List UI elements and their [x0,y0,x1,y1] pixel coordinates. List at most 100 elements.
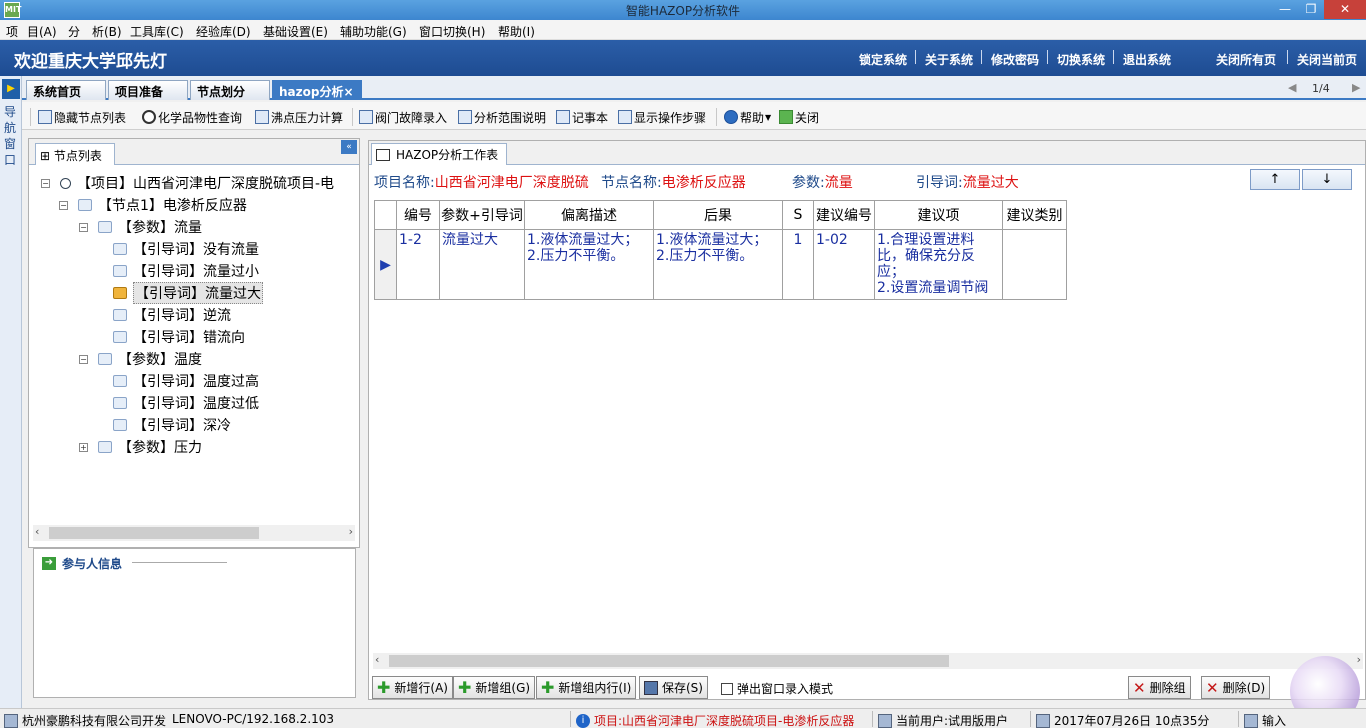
add-row-button[interactable]: ✚ 新增行(A) [372,676,453,699]
lock-system-link[interactable]: 锁定系统 [859,51,907,68]
help-button[interactable]: 帮助 ▼ [724,108,771,126]
magnifier-icon [142,110,156,124]
close-current-page-link[interactable]: 关闭当前页 [1297,51,1357,68]
minimize-icon[interactable]: — [1272,0,1298,19]
close-button[interactable]: 关闭 [779,108,819,126]
tree-node[interactable]: − 【参数】温度 [79,349,202,369]
tree-node[interactable]: 【引导词】深冷 [113,415,231,435]
grid-select-all[interactable] [374,200,397,230]
show-steps-button[interactable]: 显示操作步骤 [618,108,706,126]
tree-node[interactable]: 【引导词】流量过大 [113,282,263,304]
table-cell[interactable] [1002,229,1067,300]
tree-node[interactable]: + 【参数】压力 [79,437,202,457]
nav-window-label[interactable]: 导航窗口 [4,104,18,168]
table-cell[interactable]: 1.合理设置进料比，确保充分反应； 2.设置流量调节阀 [874,229,1003,300]
delete-group-button[interactable]: ✕ 删除组 [1128,676,1191,699]
expand-icon[interactable]: + [79,442,88,452]
menu-item[interactable]: 窗口切换(H) [419,23,485,40]
chemical-property-query-button[interactable]: 化学品物性查询 [142,108,242,126]
tree-node[interactable]: 【引导词】逆流 [113,305,231,325]
tree-node[interactable]: 【引导词】温度过低 [113,393,259,413]
move-up-button[interactable]: ↑ [1250,169,1300,190]
collapse-icon[interactable]: − [41,178,50,188]
menu-item[interactable]: 帮助(I) [498,23,535,40]
tab-label: 节点划分 [197,85,246,99]
collapse-icon[interactable]: − [79,222,88,232]
move-down-button[interactable]: ↓ [1302,169,1352,190]
table-cell[interactable]: 1.液体流量过大； 2.压力不平衡。 [524,229,654,300]
notepad-button[interactable]: 记事本 [556,108,608,126]
scroll-right-icon[interactable]: › [349,525,353,538]
menu-item[interactable]: 工具库(C) [130,23,184,40]
tree-node[interactable]: 【引导词】错流向 [113,327,245,347]
tab-hazop-analysis[interactable]: hazop分析× [272,80,362,100]
column-header[interactable]: 建议项 [874,200,1003,230]
about-system-link[interactable]: 关于系统 [925,51,973,68]
exit-system-link[interactable]: 退出系统 [1123,51,1171,68]
tab-node-list[interactable]: ⊞ 节点列表 [35,143,115,165]
scrollbar-thumb[interactable] [49,527,259,539]
tree-node[interactable]: − 【参数】流量 [79,217,202,237]
add-row-in-group-button[interactable]: ✚ 新增组内行(I) [536,676,637,699]
table-cell[interactable]: 流量过大 [439,229,525,300]
menu-item[interactable]: 基础设置(E) [263,23,328,40]
tree-node[interactable]: 【引导词】温度过高 [113,371,259,391]
page-next-icon[interactable]: ▶ [1352,81,1360,94]
close-icon[interactable]: ✕ [1324,0,1366,19]
add-group-button[interactable]: ✚ 新增组(G) [453,676,536,699]
collapse-icon[interactable]: − [79,354,88,364]
column-header[interactable]: 偏离描述 [524,200,654,230]
tab-node-division[interactable]: 节点划分 [190,80,270,100]
tree-node[interactable]: 【引导词】流量过小 [113,261,259,281]
row-selector-icon[interactable]: ▶ [374,229,397,300]
tab-hazop-worksheet[interactable]: HAZOP分析工作表 [371,143,507,165]
status-company: 杭州豪鹏科技有限公司开发 [4,712,166,728]
page-prev-icon[interactable]: ◀ [1288,81,1296,94]
popup-mode-checkbox[interactable]: 弹出窗口录入模式 [721,680,833,697]
maximize-icon[interactable]: ❐ [1298,0,1324,19]
tree-node[interactable]: 【引导词】没有流量 [113,239,259,259]
scroll-right-icon[interactable]: › [1357,653,1361,666]
menu-item[interactable]: 辅助功能(G) [340,23,407,40]
analysis-scope-button[interactable]: 分析范围说明 [458,108,546,126]
table-cell[interactable]: 1 [782,229,814,300]
main-tabs: 系统首页 项目准备 节点划分 hazop分析× ◀ 1/4 ▶ [22,76,1366,100]
menu-item[interactable]: 目(A) [27,23,57,40]
boiling-pressure-calc-button[interactable]: 沸点压力计算 [255,108,343,126]
tree-node[interactable]: − 【项目】山西省河津电厂深度脱硫项目-电 [41,173,334,193]
delete-button[interactable]: ✕ 删除(D) [1201,676,1271,699]
change-password-link[interactable]: 修改密码 [991,51,1039,68]
scroll-left-icon[interactable]: ‹ [375,653,379,666]
valve-fault-entry-button[interactable]: 阀门故障录入 [359,108,447,126]
collapse-icon[interactable]: − [59,200,68,210]
table-cell[interactable]: 1-2 [396,229,440,300]
table-cell[interactable]: 1.液体流量过大； 2.压力不平衡。 [653,229,783,300]
switch-system-link[interactable]: 切换系统 [1057,51,1105,68]
tab-project-prep[interactable]: 项目准备 [108,80,188,100]
participant-header[interactable]: ➜ 参与人信息 [42,555,122,572]
tree-node[interactable]: − 【节点1】电渗析反应器 [59,195,247,215]
column-header[interactable]: 后果 [653,200,783,230]
table-row[interactable]: ▶ 1-2 流量过大 1.液体流量过大； 2.压力不平衡。 1.液体流量过大； 2.压力… [374,229,1067,300]
tab-home[interactable]: 系统首页 [26,80,106,100]
column-header[interactable]: S [782,200,814,230]
column-header[interactable]: 建议编号 [813,200,875,230]
hide-node-list-button[interactable]: 隐藏节点列表 [38,108,126,126]
save-button[interactable]: 保存(S) [639,676,708,699]
column-header[interactable]: 建议类别 [1002,200,1067,230]
close-all-pages-link[interactable]: 关闭所有页 [1216,51,1276,68]
node-tree-scrollbar[interactable]: ‹ › [33,525,355,541]
tab-close-icon[interactable]: × [343,85,353,99]
scrollbar-thumb[interactable] [389,655,949,667]
table-cell[interactable]: 1-02 [813,229,875,300]
column-header[interactable]: 编号 [396,200,440,230]
column-header[interactable]: 参数+引导词 [439,200,525,230]
expand-arrow-icon[interactable]: ▶ [2,79,20,99]
scroll-left-icon[interactable]: ‹ [35,525,39,538]
checkbox-box[interactable] [721,682,733,695]
collapse-panel-icon[interactable]: « [341,140,357,154]
menu-item[interactable]: 分 析(B) [68,23,122,40]
menu-item[interactable]: 经验库(D) [196,23,251,40]
worksheet-scrollbar[interactable]: ‹ › [373,653,1363,669]
menu-item[interactable]: 项 [6,23,18,40]
